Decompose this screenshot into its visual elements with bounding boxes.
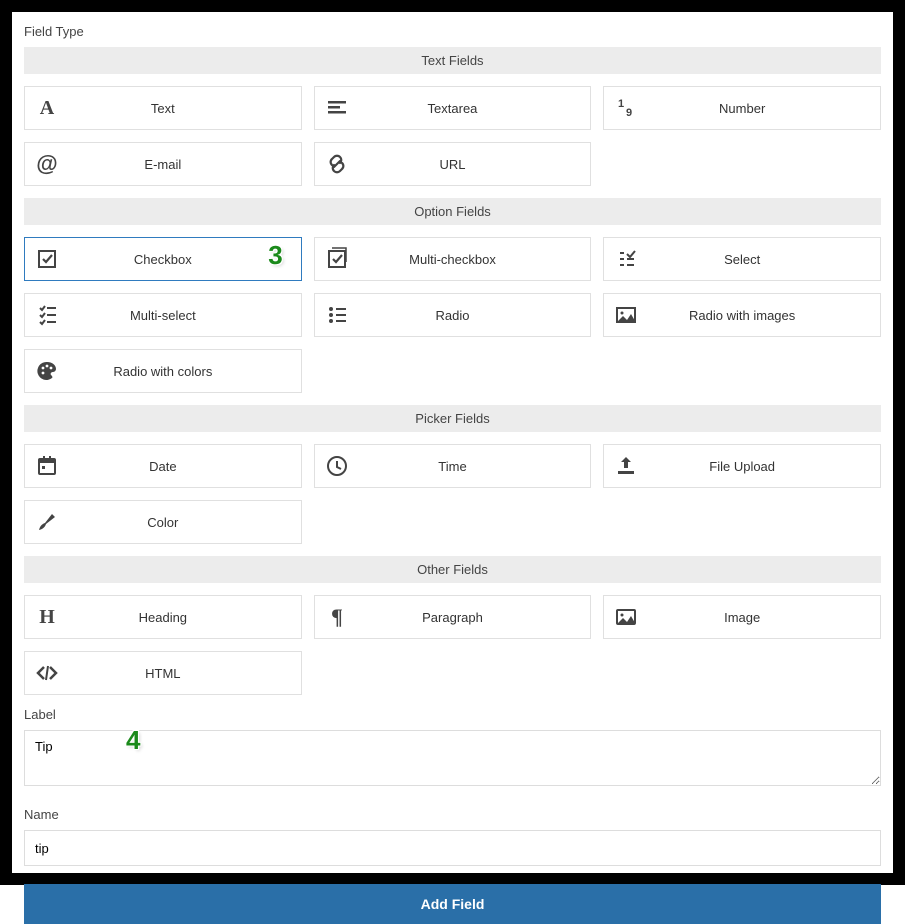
upload-icon — [604, 454, 648, 478]
group-text-grid: Text Textarea Number E-mail URL — [24, 86, 881, 186]
pilcrow-icon — [315, 605, 359, 629]
group-other-grid: Heading Paragraph Image HTML — [24, 595, 881, 695]
field-label: Time — [359, 459, 591, 474]
select-icon — [604, 247, 648, 271]
field-label: Text — [69, 101, 301, 116]
field-text[interactable]: Text — [24, 86, 302, 130]
align-left-icon — [315, 96, 359, 120]
clock-icon — [315, 454, 359, 478]
field-label: Textarea — [359, 101, 591, 116]
field-color[interactable]: Color — [24, 500, 302, 544]
field-checkbox[interactable]: Checkbox 3 — [24, 237, 302, 281]
field-label: Number — [648, 101, 880, 116]
field-label: Checkbox — [69, 252, 301, 267]
field-label: Radio with colors — [69, 364, 301, 379]
group-option-grid: Checkbox 3 Multi-checkbox Select Multi-s… — [24, 237, 881, 393]
field-label: File Upload — [648, 459, 880, 474]
field-email[interactable]: E-mail — [24, 142, 302, 186]
group-header-other: Other Fields — [24, 556, 881, 583]
field-multi-select[interactable]: Multi-select — [24, 293, 302, 337]
field-label: URL — [359, 157, 591, 172]
field-type-title: Field Type — [24, 24, 881, 39]
link-icon — [315, 152, 359, 176]
field-label: Color — [69, 515, 301, 530]
field-date[interactable]: Date — [24, 444, 302, 488]
add-field-button[interactable]: Add Field — [24, 884, 881, 924]
field-url[interactable]: URL — [314, 142, 592, 186]
group-header-text: Text Fields — [24, 47, 881, 74]
field-heading[interactable]: Heading — [24, 595, 302, 639]
field-paragraph[interactable]: Paragraph — [314, 595, 592, 639]
field-label: Radio with images — [648, 308, 880, 323]
radio-list-icon — [315, 303, 359, 327]
at-icon — [25, 152, 69, 176]
label-field-label: Label — [24, 707, 881, 722]
field-radio-images[interactable]: Radio with images — [603, 293, 881, 337]
field-label: Paragraph — [359, 610, 591, 625]
letter-a-icon — [25, 96, 69, 120]
name-input[interactable] — [24, 830, 881, 866]
field-number[interactable]: Number — [603, 86, 881, 130]
field-label: Heading — [69, 610, 301, 625]
group-header-picker: Picker Fields — [24, 405, 881, 432]
calendar-icon — [25, 454, 69, 478]
field-image[interactable]: Image — [603, 595, 881, 639]
group-picker-grid: Date Time File Upload Color — [24, 444, 881, 544]
multi-select-icon — [25, 303, 69, 327]
field-textarea[interactable]: Textarea — [314, 86, 592, 130]
field-label: Select — [648, 252, 880, 267]
group-header-option: Option Fields — [24, 198, 881, 225]
checkbox-icon — [25, 247, 69, 271]
letter-h-icon — [25, 605, 69, 629]
field-label: E-mail — [69, 157, 301, 172]
image-radio-icon — [604, 303, 648, 327]
palette-icon — [25, 359, 69, 383]
field-label: Multi-checkbox — [359, 252, 591, 267]
field-label: HTML — [69, 666, 301, 681]
brush-icon — [25, 510, 69, 534]
image-icon — [604, 605, 648, 629]
field-radio[interactable]: Radio — [314, 293, 592, 337]
one-nine-icon — [604, 96, 648, 120]
field-file-upload[interactable]: File Upload — [603, 444, 881, 488]
field-label: Image — [648, 610, 880, 625]
field-select[interactable]: Select — [603, 237, 881, 281]
name-field-label: Name — [24, 807, 881, 822]
field-label: Multi-select — [69, 308, 301, 323]
field-label: Date — [69, 459, 301, 474]
multi-checkbox-icon — [315, 247, 359, 271]
code-icon — [25, 661, 69, 685]
label-input[interactable] — [24, 730, 881, 786]
field-html[interactable]: HTML — [24, 651, 302, 695]
field-multi-checkbox[interactable]: Multi-checkbox — [314, 237, 592, 281]
field-time[interactable]: Time — [314, 444, 592, 488]
field-radio-colors[interactable]: Radio with colors — [24, 349, 302, 393]
field-label: Radio — [359, 308, 591, 323]
